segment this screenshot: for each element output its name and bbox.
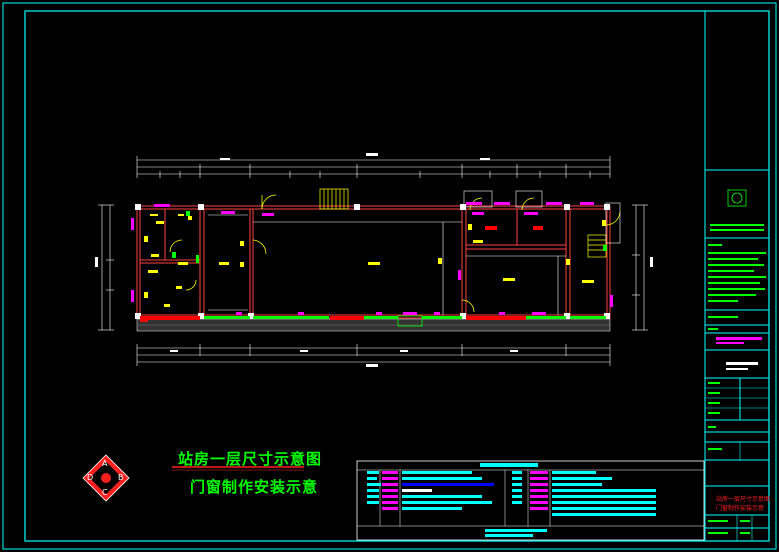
floor-plan xyxy=(95,153,653,367)
magenta-labels xyxy=(131,202,613,315)
title-underline xyxy=(172,466,304,471)
logo-letter-c: C xyxy=(102,488,108,497)
red-strip-1 xyxy=(140,316,200,320)
title-block-column xyxy=(704,11,769,541)
right-dimensions xyxy=(632,204,648,331)
interior-lines xyxy=(208,214,566,315)
logo-letter-d: D xyxy=(87,473,94,482)
outer-frame xyxy=(2,2,777,550)
column-nodes xyxy=(135,204,610,319)
bottom-schedule-table xyxy=(356,460,705,541)
cad-drawing-canvas xyxy=(2,2,777,550)
green-labels xyxy=(172,211,607,263)
door-swings xyxy=(169,194,621,313)
logo-letter-a: A xyxy=(102,459,108,468)
top-dimensions xyxy=(136,156,611,178)
drawing-subtitle: 门窗制作安装示意 xyxy=(190,478,319,496)
title-block-caption-2: 门窗制作安装示意 xyxy=(716,505,765,512)
logo-letter-b: B xyxy=(118,473,124,482)
bottom-dimensions xyxy=(136,344,611,366)
left-dimensions xyxy=(98,204,114,331)
title-block-caption-1: 站房一层尺寸示意图 xyxy=(716,496,771,503)
